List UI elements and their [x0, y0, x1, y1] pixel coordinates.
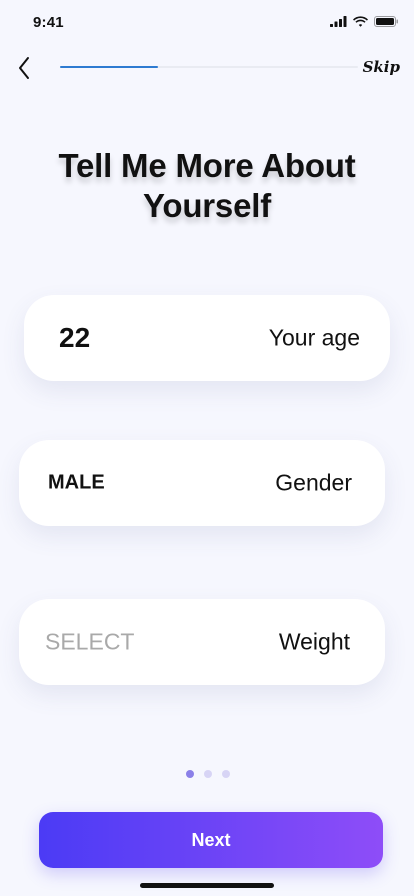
age-field[interactable]: 22 Your age: [24, 295, 390, 381]
page-dot: [204, 770, 212, 778]
signal-icon: [330, 16, 347, 27]
weight-label: Weight: [278, 628, 350, 655]
status-time: 9:41: [33, 14, 64, 31]
status-icons: [330, 16, 398, 27]
weight-field[interactable]: SELECT Weight: [19, 599, 385, 685]
gender-label: Gender: [275, 469, 352, 496]
progress-bar: [60, 66, 358, 68]
status-bar: 9:41: [0, 0, 414, 44]
back-button[interactable]: [12, 54, 36, 82]
home-indicator: [140, 883, 274, 888]
next-button[interactable]: Next: [39, 812, 383, 868]
chevron-left-icon: [19, 57, 29, 79]
age-value: 22: [59, 322, 91, 353]
page-indicator: [186, 770, 230, 778]
page-dot: [222, 770, 230, 778]
wifi-icon: [353, 16, 368, 27]
page-dot: [186, 770, 194, 778]
gender-value: MALE: [48, 471, 105, 494]
age-label: Your age: [268, 324, 360, 351]
page-title: Tell Me More About Yourself: [58, 147, 356, 224]
progress-fill: [60, 66, 159, 68]
weight-placeholder: SELECT: [45, 628, 135, 655]
battery-icon: [374, 16, 398, 27]
gender-field[interactable]: MALE Gender: [19, 440, 385, 526]
skip-button[interactable]: Skip: [363, 58, 400, 76]
